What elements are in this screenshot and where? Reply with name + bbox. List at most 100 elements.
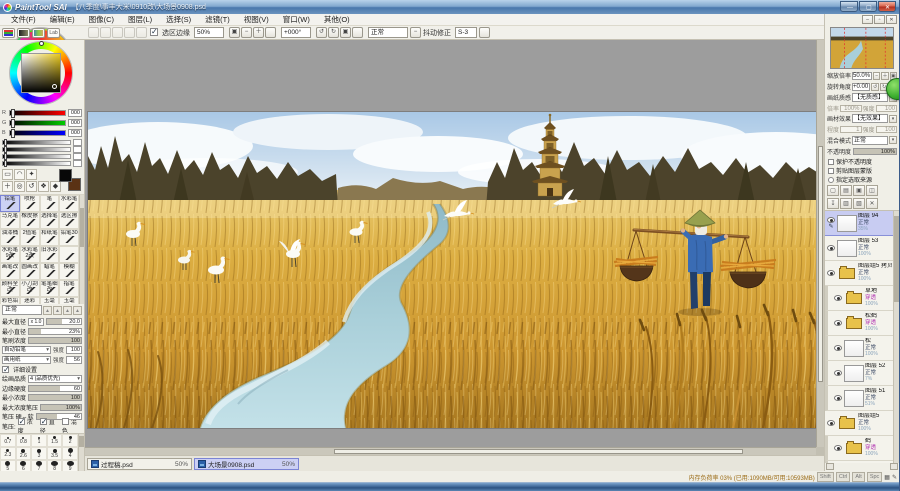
selection-source-radio[interactable]: 指定选取来源	[825, 175, 899, 184]
menu-edit[interactable]: 编辑(E)	[43, 14, 82, 25]
layer-visibility-eye-icon[interactable]	[834, 395, 842, 401]
artwork-document[interactable]	[88, 112, 820, 428]
size-preset[interactable]: 0.7	[0, 434, 16, 447]
toolbar-button[interactable]	[100, 27, 111, 38]
brush-cell[interactable]	[59, 246, 79, 263]
layer-list-scrollbar[interactable]	[893, 211, 899, 463]
hsv-panel-icon[interactable]	[17, 28, 30, 38]
navigator-rotation-value[interactable]: +0.00	[852, 83, 870, 91]
blend-mode-dropdown[interactable]: ▾	[889, 136, 897, 144]
green-value[interactable]: 000	[68, 119, 82, 127]
menu-view[interactable]: 视图(V)	[237, 14, 276, 25]
brush-cell[interactable]: 模糊	[59, 263, 79, 280]
max-size-slider[interactable]: 20.0	[46, 318, 82, 325]
paint-mode-dropdown-button[interactable]: −	[410, 27, 421, 38]
brush-cell[interactable]: 颜料全改	[0, 280, 20, 297]
menu-select[interactable]: 选择(S)	[159, 14, 198, 25]
rect-select-icon[interactable]: ▭	[2, 169, 13, 180]
material-effect-select[interactable]: 【无效果】	[852, 114, 888, 123]
layer-row[interactable]: ✎ 图层 94正常35%	[825, 211, 893, 236]
brush-cell[interactable]: 马克笔	[0, 212, 20, 229]
layer-visibility-eye-icon[interactable]	[827, 245, 835, 251]
brush-cell[interactable]: 圆画改	[20, 263, 40, 280]
menu-filter[interactable]: 滤镜(T)	[198, 14, 237, 25]
lasso-icon[interactable]: ◠	[14, 169, 25, 180]
size-preset[interactable]: 7	[31, 460, 47, 471]
size-preset[interactable]: 8	[47, 460, 63, 471]
toolbar-button[interactable]	[136, 27, 147, 38]
brush-cell[interactable]: 笔	[40, 195, 60, 212]
zoom-reset-button[interactable]: ▣	[229, 27, 240, 38]
brush-cell[interactable]: 选择笔	[40, 212, 60, 229]
green-slider[interactable]	[9, 120, 66, 126]
new-layer-icon[interactable]: ▢	[827, 185, 839, 196]
size-preset[interactable]: 4	[62, 447, 78, 460]
clipping-group-checkbox[interactable]: 剪贴图层蒙版	[825, 166, 899, 175]
nav-zoom-in-button[interactable]: ＋	[881, 72, 888, 80]
size-presets-scrollbar[interactable]	[78, 434, 84, 471]
brush-palette-scrollbar[interactable]	[79, 195, 84, 304]
paper-scale-value[interactable]: 100%	[840, 105, 861, 112]
document-tab[interactable]: 过程稿.psd 50%	[87, 458, 192, 470]
size-preset[interactable]: 2	[62, 434, 78, 447]
stabilizer-select[interactable]: S-3	[455, 27, 477, 38]
size-unit-button[interactable]: x 1.0	[28, 318, 44, 326]
brush-cell[interactable]: 指笔	[59, 280, 79, 297]
title-bar[interactable]: PaintTool SAI 【八季度\事丰大米\0910改\大场景0908.ps…	[0, 0, 899, 14]
layer-row[interactable]: 图层 52正常7%	[825, 361, 893, 386]
toolbar-button[interactable]	[88, 27, 99, 38]
size-preset[interactable]: 9	[62, 460, 78, 471]
brush-cell[interactable]: 油漆桶	[0, 229, 20, 246]
preserve-opacity-checkbox[interactable]: 保护不透明度	[825, 157, 899, 166]
brush-cell[interactable]: 铅笔	[0, 195, 20, 212]
brush-cell[interactable]: 水彩笔9改	[0, 246, 20, 263]
brush-tip-button[interactable]: ▲	[43, 306, 52, 315]
blue-value[interactable]: 000	[68, 129, 82, 137]
hue-marker[interactable]	[39, 41, 44, 46]
flip-button[interactable]	[352, 27, 363, 38]
layer-opacity-slider[interactable]: 100%	[853, 148, 897, 155]
panel-corner-button[interactable]	[826, 463, 834, 470]
layer-folder-row[interactable]: 鹤穿透100%	[825, 436, 893, 461]
brush-cell[interactable]: 笔笔细改	[40, 280, 60, 297]
layer-visibility-eye-icon[interactable]	[827, 270, 835, 276]
rotate-cw-button[interactable]: ↻	[328, 27, 339, 38]
brush-cell[interactable]: 小刀刮改	[20, 280, 40, 297]
hand-icon[interactable]: ❖	[38, 181, 49, 192]
brush-tip-button[interactable]: ▲	[73, 306, 82, 315]
brush-cell[interactable]: 橡皮擦	[20, 212, 40, 229]
red-slider[interactable]	[9, 110, 66, 116]
brush-texture-select[interactable]: 画用纸▾	[2, 356, 51, 364]
brush-cell[interactable]: 玉毫	[40, 297, 60, 304]
brush-cell[interactable]: 玉毫	[59, 297, 79, 304]
layer-visibility-eye-icon[interactable]	[827, 420, 835, 426]
size-preset[interactable]: 3.5	[47, 447, 63, 460]
layer-folder-row[interactable]: 草地穿透100%	[825, 286, 893, 311]
min-size-slider[interactable]: 23%	[28, 328, 82, 335]
brush-cell[interactable]: 2值笔	[20, 229, 40, 246]
selection-edge-checkbox[interactable]: 选区边缘	[150, 28, 192, 38]
color-swatches[interactable]	[59, 169, 81, 191]
size-preset[interactable]: 5	[0, 460, 16, 471]
zoom-icon[interactable]: ◎	[14, 181, 25, 192]
density-slider[interactable]: 100	[28, 337, 82, 344]
menu-others[interactable]: 其他(O)	[317, 14, 357, 25]
merge-down-icon[interactable]: ▥	[840, 198, 852, 209]
brush-cell[interactable]: 旧水彩	[40, 246, 60, 263]
canvas-vertical-scrollbar[interactable]	[816, 40, 824, 447]
color-mixer-panel-icon[interactable]	[32, 28, 45, 38]
toolbar-button[interactable]	[124, 27, 135, 38]
size-preset[interactable]: 2.3	[0, 447, 16, 460]
effect-strength-value[interactable]: 100	[876, 126, 897, 133]
magic-wand-icon[interactable]: ✦	[26, 169, 37, 180]
sv-marker[interactable]	[52, 84, 57, 89]
paper-strength-value[interactable]: 100	[876, 105, 897, 112]
clear-layer-icon[interactable]: ▧	[853, 198, 865, 209]
brush-blend-mode-select[interactable]: 正常	[2, 305, 42, 315]
max-density-pressure-slider[interactable]: 100%	[40, 404, 82, 411]
brush-cell[interactable]: 和纸笔	[40, 229, 60, 246]
advanced-settings-checkbox[interactable]: 详细设置	[2, 365, 82, 375]
layer-folder-row[interactable]: 松鹤穿透100%	[825, 311, 893, 336]
artwork-painting[interactable]	[88, 112, 820, 428]
minimize-button[interactable]: —	[840, 1, 858, 12]
